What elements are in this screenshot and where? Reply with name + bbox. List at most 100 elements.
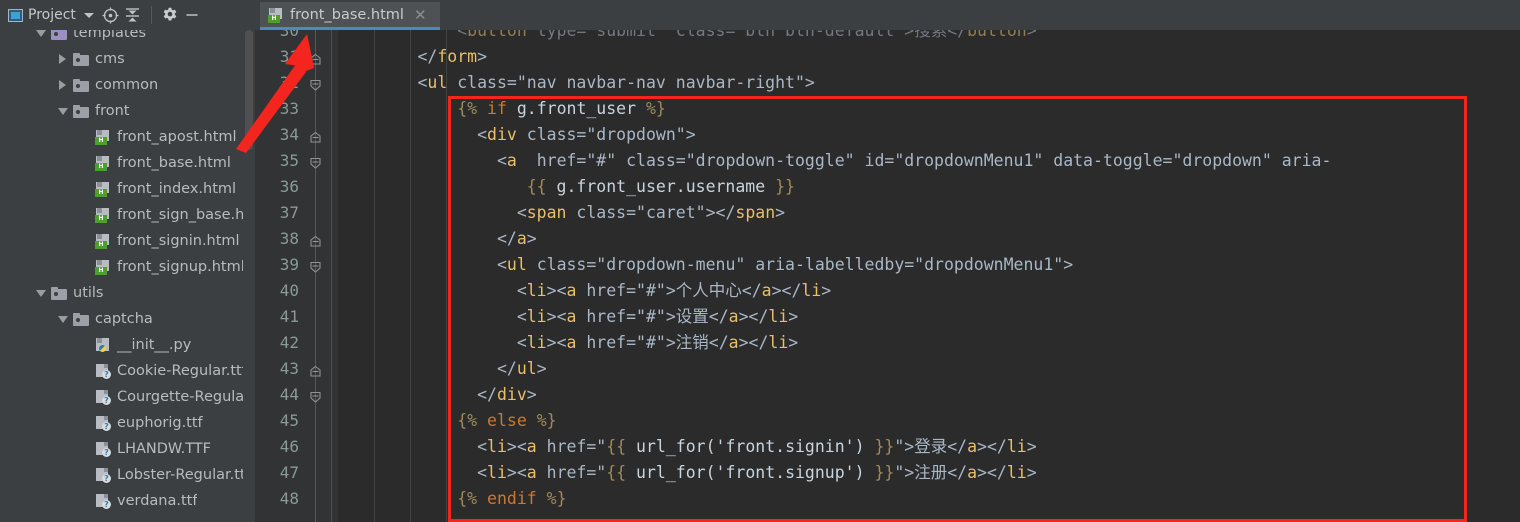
code-line[interactable]: <div class="dropdown"> (338, 122, 696, 148)
code-line[interactable]: <a href="#" class="dropdown-toggle" id="… (338, 148, 1331, 174)
editor-tab-label: front_base.html (290, 7, 404, 23)
fold-marker-icon[interactable] (307, 51, 324, 65)
fold-marker-icon[interactable] (307, 233, 324, 247)
line-number: 41 (279, 307, 299, 326)
folder-icon (73, 52, 89, 66)
toolbar-divider (150, 6, 152, 24)
line-number: 36 (279, 177, 299, 196)
locate-target-icon[interactable] (100, 4, 122, 26)
code-line[interactable]: <li><a href="{{ url_for('front.signin') … (338, 434, 1037, 460)
code-line[interactable]: {% endif %} (338, 486, 566, 512)
unknown-file-icon: ? (95, 467, 111, 483)
project-icon (8, 8, 23, 22)
minimize-icon[interactable] (181, 4, 203, 26)
line-number: 42 (279, 333, 299, 352)
code-line[interactable]: <ul class="nav navbar-nav navbar-right"> (338, 70, 814, 96)
tree-item-label: common (95, 77, 159, 93)
tree-item-label: utils (73, 285, 104, 301)
fold-marker-icon[interactable] (307, 259, 324, 273)
tree-item-front-signin-html[interactable]: Hfront_signin.html (0, 228, 243, 254)
code-folding-gutter[interactable] (305, 30, 327, 522)
code-line[interactable]: {% if g.front_user %} (338, 96, 666, 122)
project-label: Project (28, 7, 76, 23)
tree-item-label: templates (73, 30, 147, 41)
folder-icon (73, 104, 89, 118)
line-number: 32 (279, 73, 299, 92)
tree-item-front-base-html[interactable]: Hfront_base.html (0, 150, 243, 176)
code-text-area[interactable]: <button type="submit" class="btn btn-def… (338, 30, 1520, 522)
chevron-down-icon[interactable] (83, 12, 94, 18)
tree-item-captcha[interactable]: captcha (0, 306, 243, 332)
tree-item-front-apost-html[interactable]: Hfront_apost.html (0, 124, 243, 150)
tree-item-label: front_index.html (117, 181, 237, 197)
tree-item-front-index-html[interactable]: Hfront_index.html (0, 176, 243, 202)
tree-item-label: front_base.html (117, 155, 231, 171)
code-line[interactable]: <li><a href="{{ url_for('front.signup') … (338, 460, 1037, 486)
code-line[interactable]: </div> (338, 382, 537, 408)
tree-item-init-py[interactable]: __init__.py (0, 332, 243, 358)
tree-item-label: Lobster-Regular.ttf (117, 467, 243, 483)
tree-item-front-sign-base-html[interactable]: Hfront_sign_base.html (0, 202, 243, 228)
tree-item-courgette-regular-ttf[interactable]: ? Courgette-Regular.ttf (0, 384, 243, 410)
code-line[interactable]: <button type="submit" class="btn btn-def… (338, 30, 1036, 44)
unknown-file-icon: ? (95, 363, 111, 379)
tree-item-front[interactable]: front (0, 98, 243, 124)
ide-window: Project templates cms common front H fro… (0, 0, 1520, 522)
tree-item-lobster-regular-ttf[interactable]: ? Lobster-Regular.ttf (0, 462, 243, 488)
tree-item-cookie-regular-ttf[interactable]: ? Cookie-Regular.ttf (0, 358, 243, 384)
code-line[interactable]: </form> (338, 44, 487, 70)
code-line[interactable]: <li><a href="#">注销</a></li> (338, 330, 798, 356)
chevron-right-icon[interactable] (58, 80, 68, 90)
collapse-all-icon[interactable] (122, 4, 144, 26)
close-icon[interactable]: ✕ (414, 7, 427, 23)
chevron-down-icon[interactable] (36, 30, 46, 38)
tree-item-label: front_signin.html (117, 233, 240, 249)
code-editor[interactable]: 30 31 32 33 34 35 36 37 38 39 40 41 42 43 44 45 46 47 48 <… (255, 30, 1520, 522)
chevron-down-icon[interactable] (58, 106, 68, 116)
editor-tab-front-base-html[interactable]: H front_base.html ✕ (260, 2, 440, 30)
code-line[interactable]: </ul> (338, 356, 547, 382)
html-file-icon: H (95, 207, 111, 223)
tree-item-cms[interactable]: cms (0, 46, 243, 72)
unknown-file-icon: ? (95, 415, 111, 431)
html-file-icon: H (268, 7, 284, 23)
tree-item-euphorig-ttf[interactable]: ? euphorig.ttf (0, 410, 243, 436)
tree-scrollbar-thumb[interactable] (245, 30, 253, 150)
tree-scrollbar[interactable] (243, 30, 255, 522)
html-file-icon: H (95, 129, 111, 145)
code-line[interactable]: <ul class="dropdown-menu" aria-labelledb… (338, 252, 1073, 278)
fold-marker-icon[interactable] (307, 389, 324, 403)
code-line[interactable]: {{ g.front_user.username }} (338, 174, 795, 200)
code-line[interactable]: <li><a href="#">个人中心</a></li> (338, 278, 831, 304)
project-file-tree[interactable]: templates cms common front Hfront_apost.html… (0, 30, 243, 522)
project-panel-selector[interactable]: Project (8, 8, 94, 22)
tree-item-templates[interactable]: templates (0, 30, 243, 46)
fold-marker-icon[interactable] (307, 77, 324, 91)
chevron-right-icon[interactable] (58, 54, 68, 64)
code-line[interactable]: <span class="caret"></span> (338, 200, 785, 226)
code-line[interactable]: </a> (338, 226, 537, 252)
tree-item-utils[interactable]: utils (0, 280, 243, 306)
tree-item-common[interactable]: common (0, 72, 243, 98)
line-number: 45 (279, 411, 299, 430)
tree-item-front-signup-html[interactable]: Hfront_signup.html (0, 254, 243, 280)
fold-marker-icon[interactable] (307, 363, 324, 377)
tree-item-lhandw-ttf[interactable]: ? LHANDW.TTF (0, 436, 243, 462)
chevron-down-icon[interactable] (36, 288, 46, 298)
chevron-down-icon[interactable] (58, 314, 68, 324)
fold-marker-icon[interactable] (307, 129, 324, 143)
fold-marker-icon[interactable] (307, 155, 324, 169)
code-line[interactable]: <li><a href="#">设置</a></li> (338, 304, 798, 330)
gear-icon[interactable] (159, 4, 181, 26)
line-number: 40 (279, 281, 299, 300)
tree-item-verdana-ttf[interactable]: ? verdana.ttf (0, 488, 243, 514)
code-line[interactable]: {% else %} (338, 408, 556, 434)
tree-item-label: euphorig.ttf (117, 415, 203, 431)
